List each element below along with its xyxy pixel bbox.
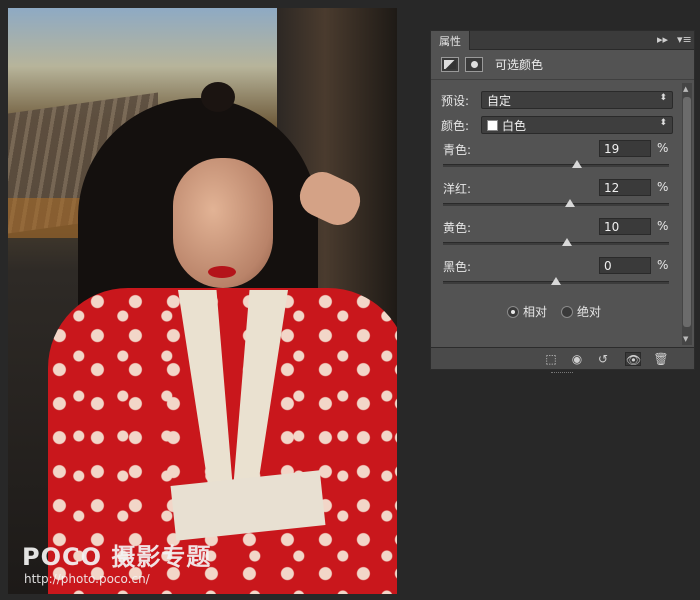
yellow-input[interactable]: 10 [599, 218, 651, 235]
cyan-label: 青色: [443, 143, 472, 157]
magenta-slider[interactable] [443, 199, 669, 207]
yellow-label: 黄色: [443, 221, 472, 235]
yellow-slider-thumb[interactable] [562, 238, 573, 246]
colors-select[interactable]: 白色 ⬍ [481, 116, 673, 134]
scrollbar-thumb[interactable] [683, 97, 691, 327]
panel-footer: ⬚ ◉ ↺ 👁 🗑 [431, 347, 694, 373]
black-label: 黑色: [443, 260, 472, 274]
properties-panel: 属性 ▸▸ ▾≡ 可选颜色 预设: 自定 ⬍ 颜色: 白色 ⬍ 青色: 19 %… [430, 30, 695, 373]
radio-absolute-label: 绝对 [577, 305, 602, 319]
radio-relative[interactable]: 相对 [507, 303, 547, 320]
cyan-input[interactable]: 19 [599, 140, 651, 157]
magenta-percent: % [657, 180, 669, 194]
preset-label: 预设: [441, 93, 470, 108]
panel-header: 可选颜色 [431, 50, 694, 80]
yellow-percent: % [657, 219, 669, 233]
colors-row: 颜色: 白色 ⬍ [441, 116, 673, 134]
radio-absolute[interactable]: 绝对 [561, 303, 601, 320]
view-previous-state-icon[interactable]: ◉ [569, 352, 585, 366]
updown-arrow-icon: ⬍ [659, 118, 667, 128]
photo-hair-bun [201, 82, 235, 112]
black-input[interactable]: 0 [599, 257, 651, 274]
panel-tab-bar: 属性 ▸▸ ▾≡ [431, 31, 694, 50]
colors-label: 颜色: [441, 118, 470, 133]
panel-menu-icon[interactable]: ▾≡ [677, 33, 692, 46]
adjustment-icon[interactable] [441, 57, 459, 72]
layer-mask-icon[interactable] [465, 57, 483, 72]
resize-grip[interactable] [551, 372, 573, 375]
watermark-url: http://photo.poco.cn/ [24, 572, 150, 586]
tab-properties[interactable]: 属性 [431, 31, 470, 50]
clip-to-layer-icon[interactable]: ⬚ [543, 352, 559, 366]
collapse-panel-icon[interactable]: ▸▸ [657, 33, 668, 46]
black-slider-thumb[interactable] [551, 277, 561, 285]
black-percent: % [657, 258, 669, 272]
photo-lips [208, 266, 236, 278]
cyan-percent: % [657, 141, 669, 155]
colors-value: 白色 [502, 118, 527, 133]
adjustment-title: 可选颜色 [495, 58, 544, 72]
scroll-up-icon[interactable]: ▲ [683, 85, 688, 93]
white-swatch-icon [487, 119, 498, 131]
method-radio-group: 相对 绝对 [507, 303, 601, 320]
magenta-label: 洋红: [443, 182, 472, 196]
watermark-brand: POCO 摄影专题 [22, 543, 212, 571]
radio-relative-dot[interactable] [507, 305, 519, 318]
preset-row: 预设: 自定 ⬍ [441, 91, 673, 109]
black-slider[interactable] [443, 277, 669, 285]
reset-icon[interactable]: ↺ [595, 352, 611, 366]
cyan-slider[interactable] [443, 160, 669, 168]
yellow-slider[interactable] [443, 238, 669, 246]
scroll-down-icon[interactable]: ▼ [683, 335, 688, 343]
updown-arrow-icon: ⬍ [659, 93, 667, 103]
delete-trash-icon[interactable]: 🗑 [653, 352, 669, 366]
panel-scrollbar[interactable]: ▲ ▼ [682, 83, 692, 345]
preset-value: 自定 [487, 93, 512, 108]
preset-select[interactable]: 自定 ⬍ [481, 91, 673, 109]
cyan-slider-thumb[interactable] [572, 160, 583, 168]
magenta-input[interactable]: 12 [599, 179, 651, 196]
photo-canvas[interactable]: POCO 摄影专题 http://photo.poco.cn/ [8, 8, 397, 594]
radio-absolute-dot[interactable] [561, 305, 574, 318]
magenta-slider-thumb[interactable] [564, 199, 575, 207]
radio-relative-label: 相对 [523, 305, 548, 319]
visibility-eye-icon[interactable]: 👁 [625, 352, 641, 367]
